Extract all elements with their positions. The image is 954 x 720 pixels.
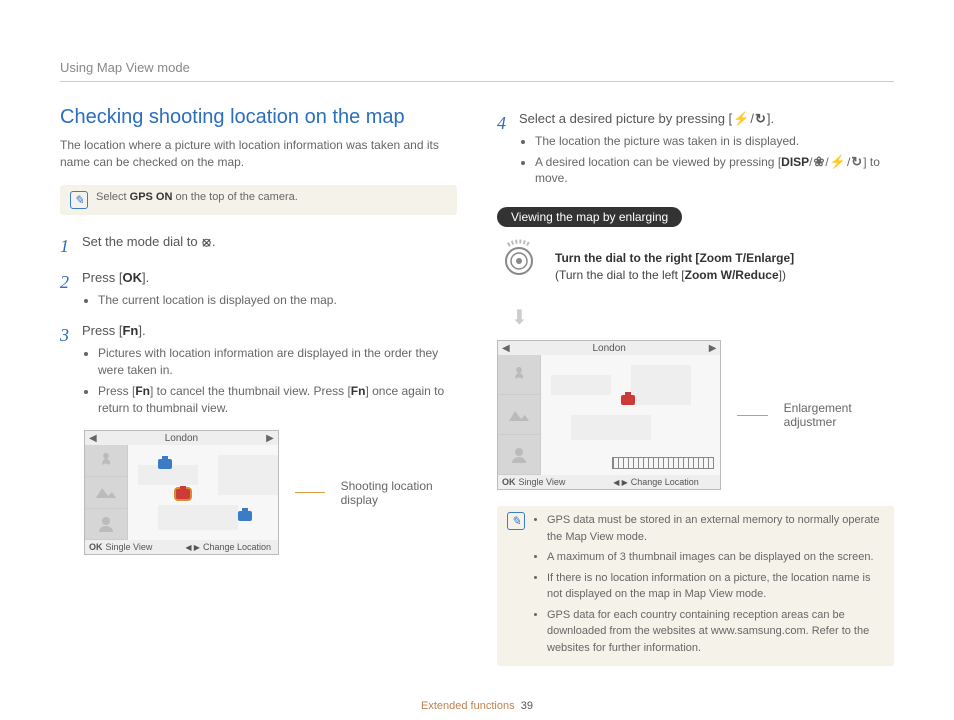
fn-icon: Fn (135, 384, 150, 398)
map-figure-2: ◀ London ▶ (497, 340, 894, 490)
page-footer: Extended functions 39 (0, 700, 954, 712)
note1-post: on the top of the camera. (172, 191, 297, 203)
zoom-dial-icon (497, 239, 541, 295)
page-number: 39 (521, 700, 533, 712)
page-title: Checking shooting location on the map (60, 106, 457, 129)
step-3: 3 Press [Fn]. Pictures with location inf… (60, 322, 457, 420)
callout-shooting-location: Shooting location display (341, 479, 457, 507)
step2-bullet1: The current location is displayed on the… (98, 292, 457, 309)
step-1: 1 Set the mode dial to ⦻. (60, 233, 457, 259)
right-arrow-icon: ▶ (266, 433, 274, 444)
note2-b2: A maximum of 3 thumbnail images can be d… (547, 549, 884, 566)
step-number: 4 (497, 110, 511, 191)
flash-icon: ⚡ (829, 155, 847, 169)
left-arrow-icon: ◀ (89, 433, 97, 444)
ok-icon: OK (502, 477, 516, 487)
fn-icon: Fn (122, 323, 138, 338)
thumbnail-1 (85, 445, 127, 477)
left-column: Checking shooting location on the map Th… (60, 106, 457, 684)
note-gps-on: ✎ Select GPS ON on the top of the camera… (60, 185, 457, 215)
thumbnail-3 (498, 435, 540, 475)
note2-b4: GPS data for each country containing rec… (547, 607, 884, 657)
map-screenshot: ◀ London ▶ (84, 430, 279, 555)
callout-line (737, 415, 767, 416)
note1-bold: GPS ON (130, 191, 173, 203)
note1-pre: Select (96, 191, 130, 203)
step-2: 2 Press [OK]. The current location is di… (60, 269, 457, 313)
callout-line (295, 492, 325, 493)
timer-icon: ↻ (754, 112, 767, 126)
step2-pre: Press [ (82, 270, 122, 285)
step1-text: Set the mode dial to (82, 234, 201, 249)
step3-bullet1: Pictures with location information are d… (98, 345, 457, 379)
step4-bullet2: A desired location can be viewed by pres… (535, 154, 894, 188)
step-4: 4 Select a desired picture by pressing [… (497, 110, 894, 191)
fn-icon: Fn (351, 384, 366, 398)
step-number: 3 (60, 322, 74, 420)
step-number: 2 (60, 269, 74, 313)
map-city-label: London (165, 433, 198, 444)
ok-icon: OK (122, 270, 142, 285)
ok-icon: OK (89, 542, 103, 552)
enlargement-bar (612, 457, 714, 469)
footer-section: Extended functions (421, 700, 515, 712)
map-screenshot-enlarged: ◀ London ▶ (497, 340, 721, 490)
right-column: 4 Select a desired picture by pressing [… (497, 106, 894, 684)
nav-arrows-icon: ◀ ▶ (185, 543, 200, 552)
note2-b1: GPS data must be stored in an external m… (547, 512, 884, 545)
step-number: 1 (60, 233, 74, 259)
callout-enlargement: Enlargement adjustmer (784, 401, 894, 429)
thumbnail-3 (85, 509, 127, 541)
map-city-label: London (593, 343, 626, 354)
note-gps-info: ✎ GPS data must be stored in an external… (497, 506, 894, 666)
step4-post: ]. (767, 111, 774, 126)
breadcrumb: Using Map View mode (60, 60, 894, 82)
camera-marker-icon (158, 459, 172, 469)
left-arrow-icon: ◀ (502, 343, 510, 354)
note-icon: ✎ (70, 191, 88, 209)
section-pill-viewing: Viewing the map by enlarging (497, 207, 682, 227)
camera-marker-selected-icon (621, 395, 635, 405)
step4-pre: Select a desired picture by pressing [ (519, 111, 732, 126)
step4-bullet1: The location the picture was taken in is… (535, 133, 894, 150)
thumbnail-2 (498, 395, 540, 435)
map-figure-1: ◀ London ▶ (84, 430, 457, 555)
mode-dial-icon: ⦻ (201, 235, 212, 249)
footer-single-view: Single View (106, 542, 153, 552)
step3-pre: Press [ (82, 323, 122, 338)
footer-change-location: Change Location (203, 542, 271, 552)
right-arrow-icon: ▶ (709, 343, 717, 354)
camera-marker-selected-icon (176, 489, 190, 499)
camera-marker-icon (238, 511, 252, 521)
macro-icon: ❀ (813, 155, 826, 169)
thumbnail-2 (85, 477, 127, 509)
step3-post: ]. (138, 323, 145, 338)
intro-text: The location where a picture with locati… (60, 137, 457, 171)
disp-icon: DISP (781, 155, 809, 169)
step3-bullet2: Press [Fn] to cancel the thumbnail view.… (98, 383, 457, 417)
footer-single-view: Single View (519, 477, 566, 487)
dial-instruction: Turn the dial to the right [Zoom T/Enlar… (497, 239, 894, 295)
down-arrow-icon: ⬇ (511, 305, 894, 330)
flash-icon: ⚡ (732, 112, 750, 126)
step1-post: . (212, 234, 216, 249)
nav-arrows-icon: ◀ ▶ (613, 478, 628, 487)
thumbnail-1 (498, 355, 540, 395)
footer-change-location: Change Location (631, 477, 699, 487)
timer-icon: ↻ (850, 155, 863, 169)
note2-b3: If there is no location information on a… (547, 570, 884, 603)
step2-post: ]. (142, 270, 149, 285)
note-icon: ✎ (507, 512, 525, 530)
